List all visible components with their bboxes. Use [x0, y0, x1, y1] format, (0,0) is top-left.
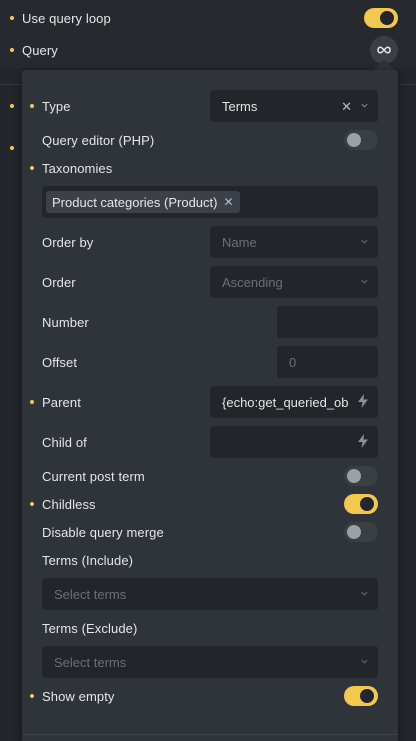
childless-label: Childless: [42, 497, 96, 512]
use-query-loop-label: Use query loop: [22, 11, 111, 26]
use-query-loop-toggle[interactable]: [364, 8, 398, 28]
modified-indicator: [30, 694, 34, 698]
parent-label: Parent: [42, 395, 81, 410]
toggle-knob: [347, 469, 361, 483]
number-input[interactable]: [277, 306, 378, 338]
taxonomies-label: Taxonomies: [42, 161, 113, 176]
chevron-down-icon: [361, 239, 368, 244]
parent-input[interactable]: {echo:get_queried_obj: [210, 386, 378, 418]
order-by-placeholder: Name: [222, 234, 257, 250]
disable-query-merge-label: Disable query merge: [42, 525, 164, 540]
remove-tag-icon[interactable]: ✕: [223, 195, 233, 209]
infinity-icon: [377, 46, 391, 54]
child-of-label: Child of: [42, 435, 87, 450]
current-post-term-label: Current post term: [42, 469, 145, 484]
modified-indicator: [10, 16, 14, 20]
type-label: Type: [42, 99, 71, 114]
type-value: Terms: [222, 98, 258, 114]
chevron-down-icon: [361, 659, 368, 664]
show-empty-label: Show empty: [42, 689, 115, 704]
modified-indicator: [30, 502, 34, 506]
toggle-knob: [347, 133, 361, 147]
number-label: Number: [42, 315, 89, 330]
query-editor-toggle[interactable]: [344, 130, 378, 150]
terms-exclude-select[interactable]: Select terms: [42, 646, 378, 678]
offset-input[interactable]: 0: [277, 346, 378, 378]
current-post-term-toggle[interactable]: [344, 466, 378, 486]
chevron-down-icon: [361, 591, 368, 596]
toggle-knob: [360, 689, 374, 703]
type-select[interactable]: Terms ✕: [210, 90, 378, 122]
terms-include-placeholder: Select terms: [54, 586, 127, 602]
dynamic-data-icon[interactable]: [358, 434, 368, 448]
modified-indicator: [10, 146, 14, 150]
toggle-knob: [347, 525, 361, 539]
modified-indicator: [30, 166, 34, 170]
toggle-knob: [360, 497, 374, 511]
modified-indicator: [10, 104, 14, 108]
taxonomy-tag-label: Product categories (Product): [52, 194, 218, 210]
terms-exclude-placeholder: Select terms: [54, 654, 127, 670]
modified-indicator: [30, 400, 34, 404]
order-placeholder: Ascending: [222, 274, 283, 290]
order-by-label: Order by: [42, 235, 94, 250]
dynamic-data-icon[interactable]: [358, 394, 368, 408]
childless-toggle[interactable]: [344, 494, 378, 514]
toggle-knob: [380, 11, 394, 25]
chevron-down-icon: [361, 279, 368, 284]
terms-exclude-label: Terms (Exclude): [42, 621, 138, 636]
clear-icon[interactable]: ✕: [341, 99, 352, 115]
order-label: Order: [42, 275, 76, 290]
terms-include-select[interactable]: Select terms: [42, 578, 378, 610]
order-select[interactable]: Ascending: [210, 266, 378, 298]
taxonomy-tag: Product categories (Product) ✕: [46, 191, 240, 213]
parent-value: {echo:get_queried_obj: [222, 394, 348, 410]
modified-indicator: [10, 48, 14, 52]
order-by-select[interactable]: Name: [210, 226, 378, 258]
disable-query-merge-toggle[interactable]: [344, 522, 378, 542]
child-of-input[interactable]: [210, 426, 378, 458]
offset-label: Offset: [42, 355, 78, 370]
modified-indicator: [30, 104, 34, 108]
query-label: Query: [22, 43, 58, 58]
show-empty-toggle[interactable]: [344, 686, 378, 706]
query-editor-label: Query editor (PHP): [42, 133, 155, 148]
chevron-down-icon: [361, 103, 368, 108]
terms-include-label: Terms (Include): [42, 553, 134, 568]
divider: [22, 734, 398, 735]
offset-placeholder: 0: [289, 354, 297, 370]
